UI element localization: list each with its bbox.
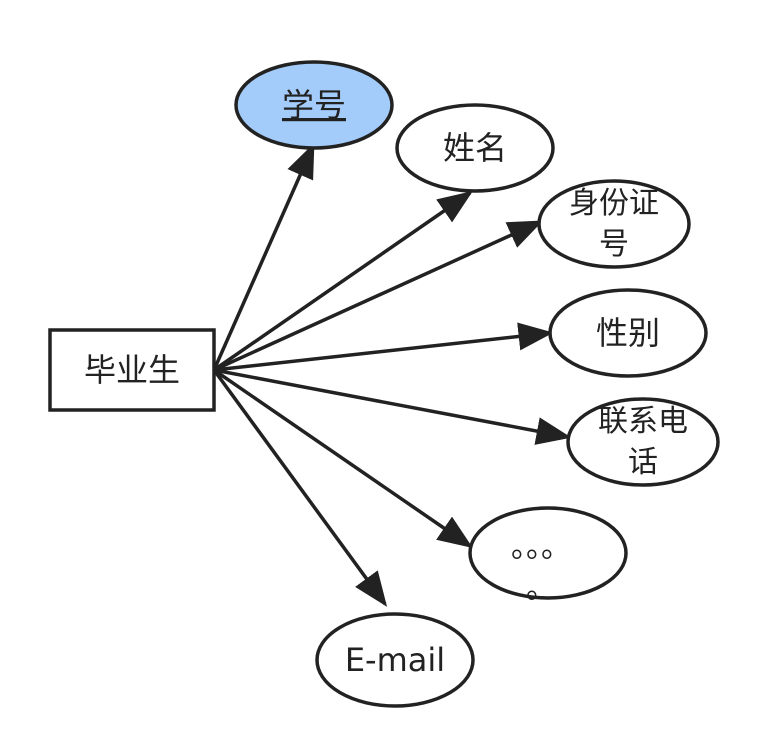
attribute-phone[interactable]: 联系电 话 bbox=[566, 397, 720, 487]
connector-email bbox=[212, 368, 388, 607]
attribute-label: 学号 bbox=[282, 86, 346, 124]
attribute-label-line2: 。 bbox=[526, 571, 556, 606]
attribute-id-card[interactable]: 身份证 号 bbox=[537, 179, 691, 269]
attribute-label-line2: 话 bbox=[628, 445, 658, 480]
connector-phone bbox=[213, 368, 572, 445]
entity-graduate[interactable]: 毕业生 bbox=[48, 328, 216, 412]
attribute-more[interactable]: 。。。 。 bbox=[468, 506, 628, 606]
attribute-label: E-mail bbox=[345, 641, 445, 679]
connector-gender bbox=[213, 322, 554, 372]
attribute-label: 身份证 bbox=[569, 186, 659, 221]
connector-more bbox=[213, 368, 473, 548]
er-diagram: 毕业生 学号 姓名 身份证 号 性别 联系电 话 。。。 。 E-mail bbox=[48, 60, 720, 708]
attribute-label-line2: 号 bbox=[599, 227, 629, 262]
attribute-label: 性别 bbox=[596, 314, 660, 352]
attribute-student-id[interactable]: 学号 bbox=[234, 60, 394, 150]
attribute-name[interactable]: 姓名 bbox=[395, 103, 555, 193]
entity-label: 毕业生 bbox=[84, 351, 180, 389]
attribute-email[interactable]: E-mail bbox=[315, 612, 475, 708]
attribute-gender[interactable]: 性别 bbox=[548, 288, 708, 378]
attribute-label: 。。。 bbox=[511, 530, 571, 565]
attribute-label: 姓名 bbox=[443, 129, 507, 167]
connector-id-card bbox=[213, 220, 544, 372]
attribute-label: 联系电 bbox=[598, 404, 688, 439]
